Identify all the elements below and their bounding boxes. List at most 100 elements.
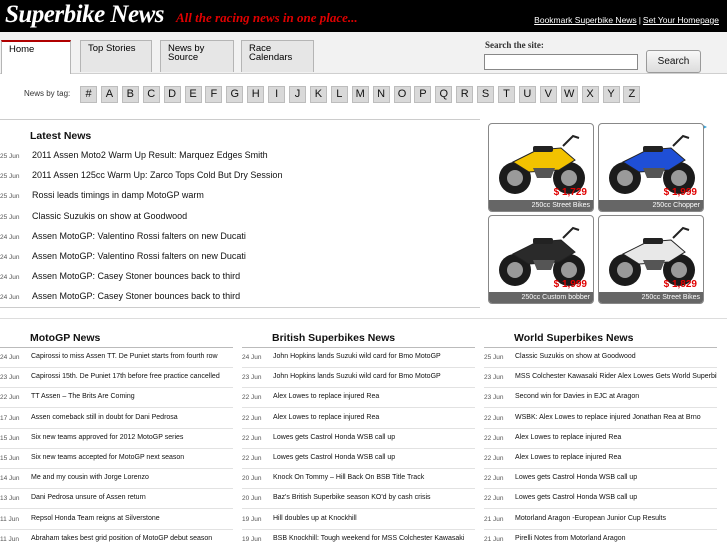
news-headline-link[interactable]: Dani Pedrosa unsure of Assen return	[31, 494, 146, 501]
site-tagline: All the racing news in one place...	[176, 10, 358, 25]
tag-letter[interactable]: T	[498, 86, 515, 103]
tag-letter[interactable]: B	[121, 86, 139, 103]
news-headline-link[interactable]: John Hopkins lands Suzuki wild card for …	[273, 353, 441, 360]
tag-letter[interactable]: I	[268, 86, 286, 103]
news-date: 21 Jun	[484, 535, 504, 543]
news-date: 11 Jun	[0, 535, 20, 543]
news-headline-link[interactable]: Lowes gets Castrol Honda WSB call up	[273, 454, 395, 461]
news-headline-link[interactable]: Alex Lowes to replace injured Rea	[273, 414, 379, 421]
news-date: 11 Jun	[0, 515, 20, 523]
news-headline-link[interactable]: 2011 Assen 125cc Warm Up: Zarco Tops Col…	[32, 170, 282, 180]
latest-news-item: 24 Jun Assen MotoGP: Casey Stoner bounces…	[0, 269, 480, 289]
tag-letter[interactable]: F	[205, 86, 223, 103]
tab-news-by-source[interactable]: News by Source	[160, 40, 234, 72]
tag-letter[interactable]: J	[289, 86, 306, 103]
tag-letter[interactable]: P	[414, 86, 432, 103]
set-homepage-link[interactable]: Set Your Homepage	[643, 15, 719, 25]
news-headline-link[interactable]: Abraham takes best grid position of Moto…	[31, 535, 212, 542]
news-headline-link[interactable]: Baz's British Superbike season KO'd by c…	[273, 494, 431, 501]
news-headline-link[interactable]: MSS Colchester Kawasaki Rider Alex Lowes…	[515, 373, 717, 380]
bike-price: $ 1,829	[663, 279, 697, 290]
news-headline-link[interactable]: Classic Suzukis on show at Goodwood	[32, 211, 187, 221]
news-headline-link[interactable]: Lowes gets Castrol Honda WSB call up	[515, 494, 637, 501]
tag-letter[interactable]: C	[142, 86, 160, 103]
news-date: 24 Jun	[0, 254, 20, 261]
list-item: 22 Jun Alex Lowes to replace injured Rea	[484, 429, 717, 449]
news-headline-link[interactable]: BSB Knockhill: Tough weekend for MSS Col…	[273, 535, 464, 542]
news-headline-link[interactable]: John Hopkins lands Suzuki wild card for …	[273, 373, 441, 380]
news-headline-link[interactable]: Motorland Aragon -European Junior Cup Re…	[515, 515, 666, 522]
tag-letter[interactable]: A	[100, 86, 118, 103]
tag-letter[interactable]: V	[539, 86, 557, 103]
site-logo[interactable]: Superbike News	[5, 1, 164, 29]
news-headline-link[interactable]: Repsol Honda Team reigns at Silverstone	[31, 515, 160, 522]
tag-letter[interactable]: X	[581, 86, 599, 103]
tag-letter[interactable]: D	[163, 86, 181, 103]
news-date: 25 Jun	[0, 193, 20, 201]
news-headline-link[interactable]: 2011 Assen Moto2 Warm Up Result: Marquez…	[32, 150, 268, 160]
news-headline-link[interactable]: Alex Lowes to replace injured Rea	[515, 434, 621, 441]
news-headline-link[interactable]: Assen MotoGP: Casey Stoner bounces back …	[32, 271, 240, 281]
news-headline-link[interactable]: Assen MotoGP: Casey Stoner bounces back …	[32, 291, 240, 301]
tag-letter[interactable]: G	[226, 86, 244, 103]
ad-bike-card[interactable]: $ 1,729 250cc Street Bikes	[488, 123, 594, 212]
bike-price: $ 1,999	[553, 279, 587, 290]
tag-letter[interactable]: Z	[623, 86, 641, 103]
news-headline-link[interactable]: Classic Suzukis on show at Goodwood	[515, 353, 636, 360]
tag-letter[interactable]: E	[184, 86, 202, 103]
ad-bike-card[interactable]: $ 1,829 250cc Street Bikes	[598, 215, 704, 304]
divider	[0, 307, 480, 308]
news-date: 24 Jun	[0, 274, 20, 282]
tab-race-calendars[interactable]: Race Calendars	[241, 40, 314, 72]
news-headline-link[interactable]: Six new teams accepted for MotoGP next s…	[31, 454, 184, 461]
tag-letter[interactable]: N	[372, 86, 390, 103]
divider	[0, 119, 480, 120]
tag-letter[interactable]: Q	[435, 86, 453, 103]
news-headline-link[interactable]: TT Assen – The Brits Are Coming	[31, 393, 135, 400]
tag-letter[interactable]: Y	[602, 86, 620, 103]
tag-letter[interactable]: M	[351, 86, 369, 103]
news-headline-link[interactable]: Hill doubles up at Knockhill	[273, 515, 357, 522]
ad-bike-card[interactable]: $ 1,999 250cc Chopper	[598, 123, 704, 212]
news-headline-link[interactable]: Assen MotoGP: Valentino Rossi falters on…	[32, 231, 246, 241]
news-date: 23 Jun	[242, 374, 262, 382]
news-headline-link[interactable]: Capirossi to miss Assen TT. De Puniet st…	[31, 353, 218, 360]
bookmark-link[interactable]: Bookmark Superbike News	[534, 15, 637, 25]
tag-letter[interactable]: K	[309, 86, 327, 103]
tag-letter[interactable]: L	[330, 86, 348, 103]
search-input[interactable]	[484, 54, 638, 70]
tag-letter[interactable]: U	[518, 86, 536, 103]
news-headline-link[interactable]: Knock On Tommy – Hill Back On BSB Title …	[273, 474, 424, 481]
list-item: 21 Jun Pirelli Notes from Motorland Arago…	[484, 530, 717, 545]
news-headline-link[interactable]: Capirossi 15th. De Puniet 17th before fr…	[31, 373, 220, 380]
news-headline-link[interactable]: Assen MotoGP: Valentino Rossi falters on…	[32, 251, 246, 261]
news-date: 22 Jun	[0, 394, 20, 402]
list-item: 22 Jun Lowes gets Castrol Honda WSB call …	[484, 489, 717, 510]
news-headline-link[interactable]: WSBK: Alex Lowes to replace injured Jona…	[515, 414, 701, 421]
tag-letter[interactable]: R	[456, 86, 474, 103]
news-headline-link[interactable]: Alex Lowes to replace injured Rea	[273, 393, 379, 400]
tag-letter[interactable]: H	[247, 86, 265, 103]
news-headline-link[interactable]: Assen comeback still in doubt for Dani P…	[31, 414, 178, 421]
tag-letter[interactable]: O	[393, 86, 411, 103]
news-headline-link[interactable]: Alex Lowes to replace injured Rea	[515, 454, 621, 461]
news-headline-link[interactable]: Me and my cousin with Jorge Lorenzo	[31, 474, 149, 481]
tab-home[interactable]: Home	[1, 40, 71, 74]
divider	[0, 318, 727, 319]
news-headline-link[interactable]: Pirelli Notes from Motorland Aragon	[515, 535, 626, 542]
news-headline-link[interactable]: Second win for Davies in EJC at Aragon	[515, 393, 639, 400]
motorcycle-ad[interactable]: $ 1,729 250cc Street Bikes $ 1,999 250cc Ch…	[488, 123, 710, 304]
tab-top-stories[interactable]: Top Stories	[80, 40, 152, 72]
tag-letter[interactable]: #	[80, 86, 97, 103]
tag-letter[interactable]: S	[477, 86, 495, 103]
news-headline-link[interactable]: Six new teams approved for 2012 MotoGP s…	[31, 434, 183, 441]
list-item: 22 Jun TT Assen – The Brits Are Coming	[0, 388, 233, 409]
news-headline-link[interactable]: Lowes gets Castrol Honda WSB call up	[273, 434, 395, 441]
ad-bike-card[interactable]: $ 1,999 250cc Custom bobber	[488, 215, 594, 304]
list-item: 23 Jun Capirossi 15th. De Puniet 17th bef…	[0, 368, 233, 389]
news-headline-link[interactable]: Lowes gets Castrol Honda WSB call up	[515, 474, 637, 481]
news-date: 22 Jun	[242, 394, 262, 402]
tag-letter[interactable]: W	[560, 86, 578, 103]
news-headline-link[interactable]: Rossi leads timings in damp MotoGP warm	[32, 190, 204, 200]
search-button[interactable]: Search	[646, 50, 701, 73]
